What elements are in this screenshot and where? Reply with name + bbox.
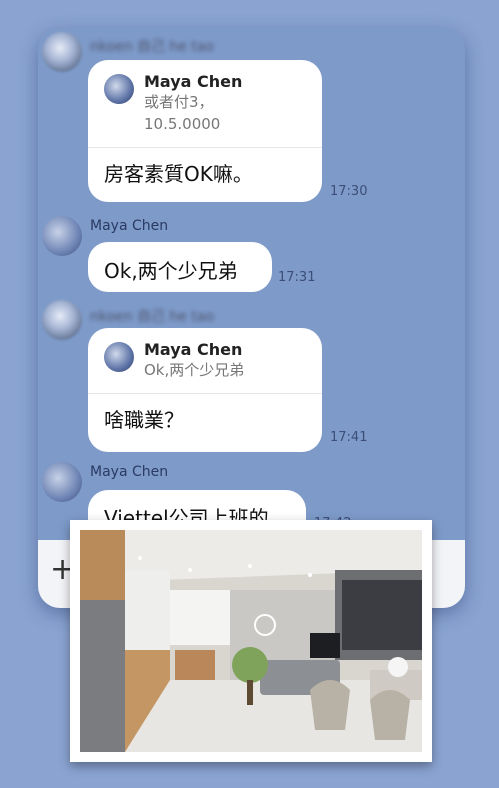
photo-frame [70, 520, 432, 762]
quoted-message[interactable]: Maya Chen 或者付3， 10.5.0000 [88, 60, 322, 148]
sender-name: Maya Chen [90, 464, 169, 480]
quote-avatar [104, 74, 134, 104]
quote-sender-name: Maya Chen [144, 340, 243, 359]
quote-avatar [104, 342, 134, 372]
message-bubble[interactable]: Maya Chen Ok,两个少兄弟 啥職業？ [88, 328, 322, 452]
message-text: 房客素質OK嘛。 [104, 162, 253, 186]
message-text: 啥職業？ [104, 408, 184, 432]
sender-name: nkoen 自己 he tao [90, 39, 215, 55]
apartment-photo[interactable] [80, 530, 422, 752]
quoted-message[interactable]: Maya Chen Ok,两个少兄弟 [88, 328, 322, 394]
message-bubble[interactable]: Maya Chen 或者付3， 10.5.0000 房客素質OK嘛。 [88, 60, 322, 202]
sender-avatar[interactable] [42, 32, 82, 72]
message-time: 17:41 [330, 430, 368, 445]
sender-avatar[interactable] [42, 300, 82, 340]
quote-text: 或者付3， 10.5.0000 [144, 93, 221, 133]
message-text: Ok,两个少兄弟 [104, 259, 238, 283]
message-time: 17:31 [278, 270, 316, 285]
message-bubble[interactable]: Ok,两个少兄弟 [88, 242, 272, 292]
sender-name: Maya Chen [90, 218, 169, 234]
sender-name: nkoen 自己 he tao [90, 309, 215, 325]
message-time: 17:30 [330, 184, 368, 199]
quote-sender-name: Maya Chen [144, 72, 243, 91]
sender-avatar[interactable] [42, 462, 82, 502]
quote-text: Ok,两个少兄弟 [144, 361, 245, 379]
sender-avatar[interactable] [42, 216, 82, 256]
